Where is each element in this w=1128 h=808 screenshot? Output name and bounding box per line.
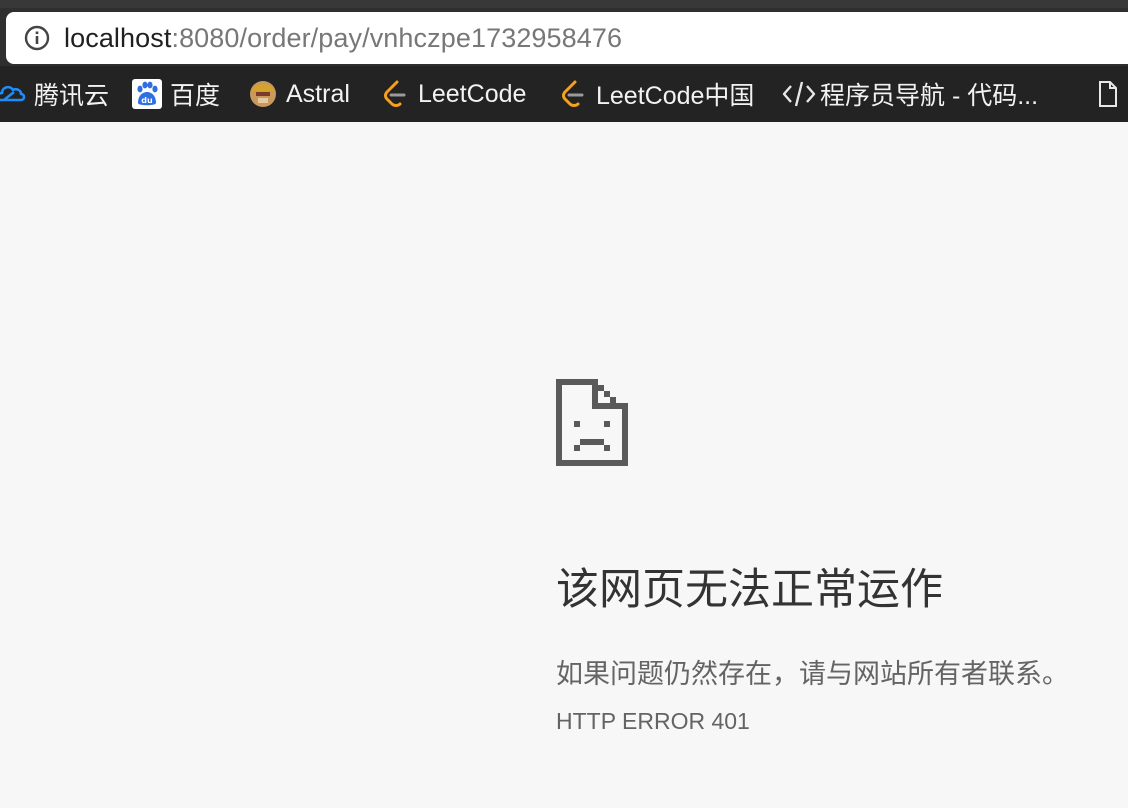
tencent-cloud-icon [0, 79, 26, 109]
bookmark-label: Astral [286, 79, 350, 108]
browser-toolbar: localhost:8080/order/pay/vnhczpe17329584… [0, 0, 1128, 66]
leetcode-icon [380, 79, 410, 109]
url-host: localhost [64, 23, 172, 53]
sad-page-icon [556, 379, 628, 466]
info-circle-icon[interactable] [24, 25, 50, 51]
error-code: HTTP ERROR 401 [556, 708, 750, 734]
address-bar[interactable]: localhost:8080/order/pay/vnhczpe17329584… [6, 12, 1128, 64]
leetcode-icon [558, 79, 588, 109]
bookmark-leetcode-cn[interactable]: LeetCode中国 [558, 78, 754, 110]
bookmark-leetcode[interactable]: LeetCode [380, 78, 526, 110]
bookmark-programmer-nav[interactable]: 程序员导航 - 代码... [782, 78, 1038, 110]
svg-text:du: du [141, 96, 153, 105]
bookmark-label: 腾讯云 [34, 82, 110, 110]
bookmark-label: 程序员导航 - 代码... [820, 82, 1039, 110]
baidu-icon: du [132, 79, 162, 109]
document-icon [1096, 79, 1126, 109]
bookmark-document[interactable] [1096, 78, 1128, 110]
error-title: 该网页无法正常运作 [556, 565, 943, 615]
bookmarks-bar: 腾讯云 du 百度 Astral LeetCode LeetCode中国 程序员… [0, 66, 1128, 122]
url-path: :8080/order/pay/vnhczpe1732958476 [171, 23, 623, 53]
bookmark-baidu[interactable]: du 百度 [132, 78, 220, 110]
astral-avatar-icon [248, 79, 278, 109]
bookmark-label: 百度 [170, 82, 221, 110]
bookmark-tencent-cloud[interactable]: 腾讯云 [0, 78, 109, 110]
code-brackets-icon [782, 79, 816, 109]
bookmark-label: LeetCode中国 [596, 82, 755, 110]
bookmark-astral[interactable]: Astral [248, 78, 350, 110]
bookmark-label: LeetCode [418, 79, 527, 108]
window-top-edge [0, 0, 1128, 8]
url-text[interactable]: localhost:8080/order/pay/vnhczpe17329584… [64, 21, 622, 55]
error-description: 如果问题仍然存在，请与网站所有者联系。 [556, 659, 1069, 690]
